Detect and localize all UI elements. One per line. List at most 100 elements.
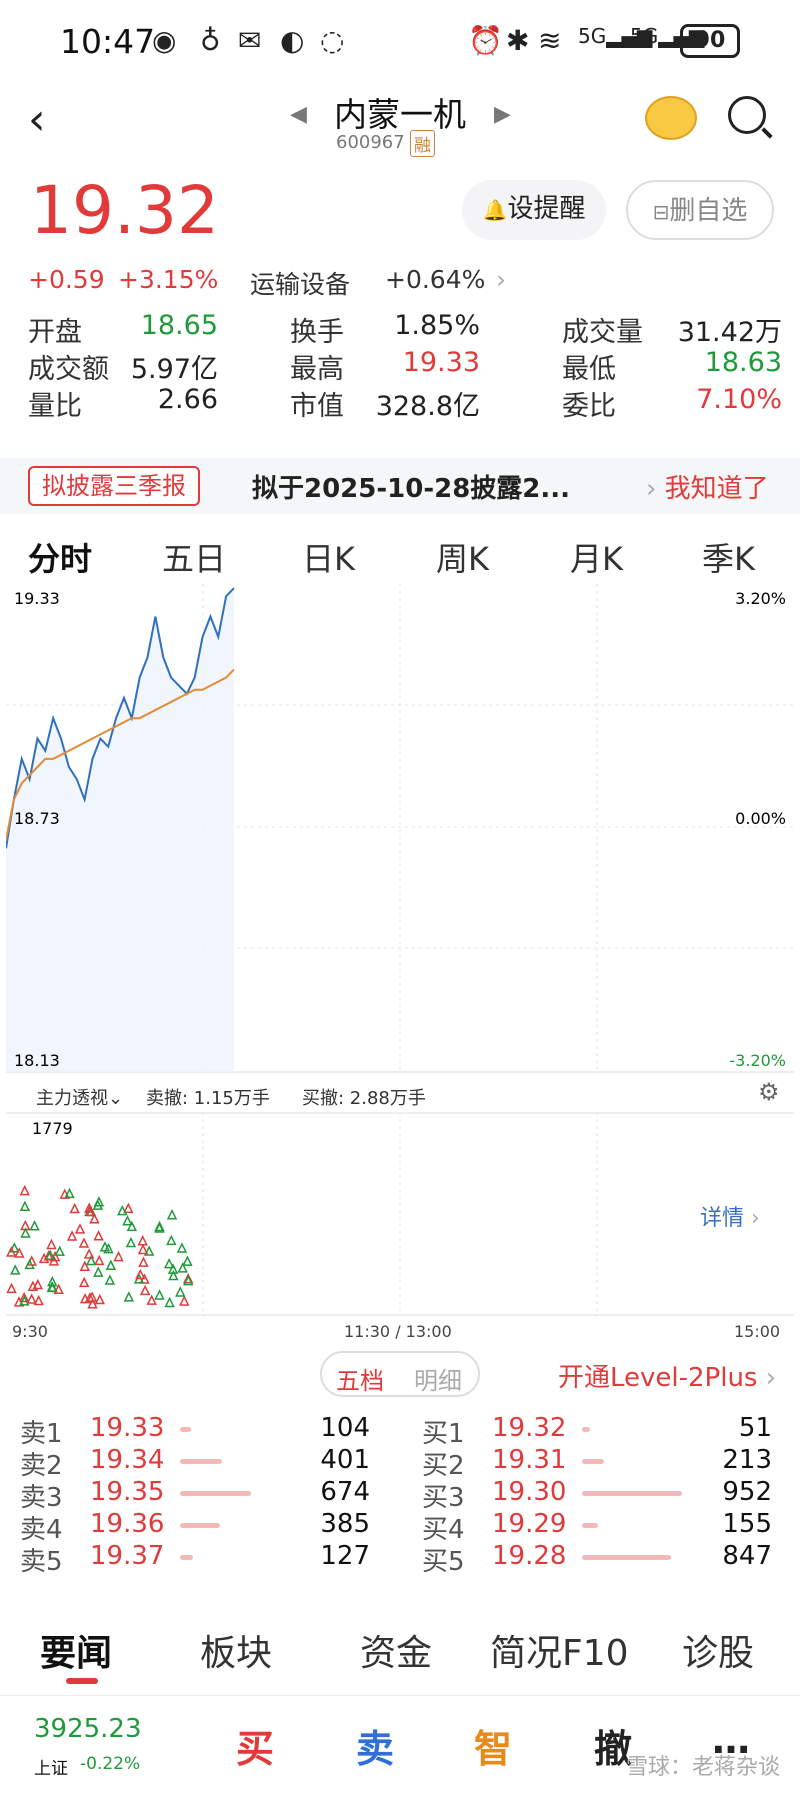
level-price: 19.37 (90, 1541, 165, 1571)
next-stock-icon[interactable]: ▶ (494, 102, 511, 127)
chevron-right-icon: › (496, 265, 506, 294)
tab-profile-f10[interactable]: 简况F10 (490, 1624, 629, 1676)
trade-marker (176, 1242, 188, 1253)
search-icon[interactable] (728, 96, 766, 134)
orderbook-tabs: 五档 明细 (320, 1351, 480, 1397)
level-price: 19.28 (492, 1541, 567, 1571)
intraday-chart[interactable]: 19.33 18.73 18.13 3.20% 0.00% -3.20% (6, 584, 794, 1074)
smart-button[interactable]: 智 (474, 1718, 512, 1773)
buy-row[interactable]: 买3 19.30 952 (422, 1477, 782, 1513)
level-volume: 104 (320, 1413, 370, 1443)
level-price: 19.31 (492, 1445, 567, 1475)
trade-marker (64, 1187, 75, 1199)
tab-details[interactable]: 明细 (414, 1361, 462, 1396)
remove-watchlist-button[interactable]: ⊟删自选 (626, 180, 774, 240)
index-value[interactable]: 3925.23 (34, 1714, 142, 1744)
tab-news[interactable]: 要闻 (40, 1624, 112, 1676)
mascot-icon[interactable] (645, 96, 697, 140)
buy-row[interactable]: 买5 19.28 847 (422, 1541, 782, 1577)
trade-marker (19, 1200, 31, 1212)
trade-marker (122, 1215, 133, 1226)
trade-marker (78, 1237, 90, 1248)
y-label-top: 19.33 (14, 589, 60, 608)
bell-icon: 🔔 (482, 198, 508, 222)
index-change: -0.22% (80, 1754, 141, 1774)
minus-box-icon: ⊟ (652, 200, 670, 224)
sell-button[interactable]: 卖 (356, 1718, 394, 1773)
y-label-mid: 18.73 (14, 809, 60, 828)
level-volume: 674 (320, 1477, 370, 1507)
stat-3: 成交额 5.97亿 (28, 347, 218, 386)
notification-icon: ♁ (200, 24, 221, 57)
wechat-icon: ✉ (238, 24, 262, 57)
order-book: 五档 明细 开通Level-2Plus › 卖1 19.33 104 卖2 19.34 4… (0, 1345, 800, 1595)
stock-code: 600967 (336, 132, 405, 153)
level2-label: 开通Level-2Plus (558, 1363, 758, 1393)
sell-row[interactable]: 卖4 19.36 385 (20, 1509, 380, 1545)
sell-cancel: 卖撤: 1.15万手 (146, 1088, 270, 1109)
watermark: 雪球：老蒋杂谈 (625, 1755, 780, 1780)
tab-diagnose[interactable]: 诊股 (682, 1624, 754, 1676)
notice-text[interactable]: 拟于2025-10-28披露2... (252, 468, 570, 505)
tab-sectors[interactable]: 板块 (200, 1624, 272, 1676)
level-volume: 847 (722, 1541, 772, 1571)
buy-row[interactable]: 买4 19.29 155 (422, 1509, 782, 1545)
flow-bar: 主力透视⌄ 卖撤: 1.15万手 买撤: 2.88万手 ⚙ (0, 1074, 800, 1114)
level-price: 19.34 (90, 1445, 165, 1475)
trade-marker (99, 1241, 111, 1252)
sector-name[interactable]: 运输设备 (250, 265, 350, 301)
stock-header: ‹ ◀ 内蒙一机 ▶ 600967 融 (0, 88, 800, 168)
margin-badge: 融 (410, 130, 435, 157)
sell-row[interactable]: 卖3 19.35 674 (20, 1477, 380, 1513)
trade-marker (113, 1250, 124, 1262)
volume-bar (180, 1555, 193, 1560)
time-end: 15:00 (734, 1322, 781, 1341)
stat-value: 31.42万 (677, 317, 782, 348)
tab-monthly-k[interactable]: 月K (570, 534, 623, 580)
price-change: +0.59 (28, 265, 105, 294)
dismiss-notice-button[interactable]: › 我知道了 (646, 468, 769, 505)
buy-row[interactable]: 买2 19.31 213 (422, 1445, 782, 1481)
trade-marker (183, 1274, 194, 1286)
level-price: 19.30 (492, 1477, 567, 1507)
sell-row[interactable]: 卖5 19.37 127 (20, 1541, 380, 1577)
trade-marker (166, 1209, 178, 1220)
detail-link[interactable]: 详情 › (700, 1200, 760, 1232)
level-volume: 385 (320, 1509, 370, 1539)
stat-4: 最高 19.33 (290, 347, 480, 386)
level2-upgrade-link[interactable]: 开通Level-2Plus › (558, 1357, 776, 1394)
tab-weekly-k[interactable]: 周K (436, 534, 489, 580)
tab-intraday[interactable]: 分时 (28, 534, 92, 580)
settings-icon[interactable]: ⚙ (758, 1078, 780, 1106)
price-change-pct: +3.15% (118, 265, 219, 294)
tab-daily-k[interactable]: 日K (302, 534, 355, 580)
trade-marker (26, 1293, 37, 1304)
news-tabs: 要闻 板块 资金 简况F10 诊股 (0, 1610, 800, 1690)
chevron-down-icon: ⌄ (108, 1088, 124, 1109)
volume-chart[interactable]: 1779 (6, 1112, 794, 1317)
stat-value: 328.8亿 (375, 391, 480, 422)
buy-button[interactable]: 买 (236, 1718, 274, 1773)
buy-row[interactable]: 买1 19.32 51 (422, 1413, 782, 1449)
battery-icon: 90 (680, 24, 740, 58)
stat-value: 5.97亿 (130, 354, 218, 385)
tab-quarterly-k[interactable]: 季K (702, 534, 755, 580)
level-label: 买5 (422, 1547, 465, 1577)
chevron-right-icon: › (751, 1206, 760, 1231)
set-reminder-button[interactable]: 🔔设提醒 (462, 180, 606, 240)
trade-marker (146, 1294, 157, 1305)
level-volume: 401 (320, 1445, 370, 1475)
eye-icon: ◉ (152, 24, 177, 57)
sell-row[interactable]: 卖1 19.33 104 (20, 1413, 380, 1449)
stat-value: 2.66 (157, 384, 218, 415)
trade-marker (138, 1256, 149, 1267)
chart-tabs: 分时 五日 日K 周K 月K 季K (0, 528, 800, 584)
trade-marker (125, 1236, 137, 1248)
level-price: 19.29 (492, 1509, 567, 1539)
tab-five-levels[interactable]: 五档 (336, 1361, 384, 1396)
sell-row[interactable]: 卖2 19.34 401 (20, 1445, 380, 1481)
tab-five-day[interactable]: 五日 (162, 534, 226, 580)
tab-funds[interactable]: 资金 (360, 1624, 432, 1676)
main-force-dropdown[interactable]: 主力透视⌄ (36, 1084, 123, 1110)
trade-marker (74, 1223, 86, 1234)
